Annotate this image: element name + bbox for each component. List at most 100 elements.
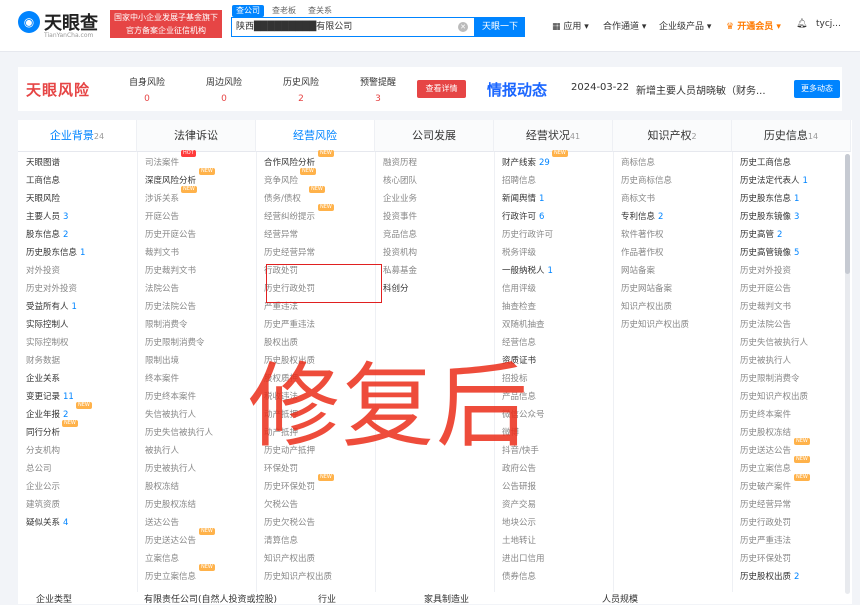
category-item[interactable]: 历史环保处罚 NEW: [256, 474, 375, 496]
category-item[interactable]: 一般纳税人 1: [494, 262, 613, 280]
category-item[interactable]: 招聘信息: [494, 172, 613, 190]
category-item[interactable]: 历史被执行人: [732, 352, 851, 370]
category-item[interactable]: 信用评级: [494, 280, 613, 298]
category-item[interactable]: 股东信息 2: [18, 226, 137, 244]
tab-category[interactable]: 知识产权2: [613, 120, 732, 152]
category-item[interactable]: 限制消费令: [137, 316, 256, 334]
category-item[interactable]: 历史网站备案: [613, 280, 732, 298]
category-item[interactable]: 总公司: [18, 460, 137, 478]
check-details-button[interactable]: 查看详情: [417, 80, 466, 98]
category-item[interactable]: 历史经营异常: [732, 496, 851, 514]
category-item[interactable]: 实际控制人: [18, 316, 137, 334]
category-item[interactable]: 历史破产案件 NEW: [732, 474, 851, 496]
category-item[interactable]: 历史失信被执行人: [732, 334, 851, 352]
category-item[interactable]: 失信被执行人: [137, 406, 256, 424]
category-item[interactable]: 历史股东信息 1: [18, 244, 137, 262]
tab-search-boss[interactable]: 查老板: [268, 5, 300, 17]
category-item[interactable]: 历史裁判文书: [732, 298, 851, 316]
category-item[interactable]: 专利信息 2: [613, 208, 732, 226]
category-item[interactable]: 行政许可 6: [494, 208, 613, 226]
category-item[interactable]: 建筑资质: [18, 496, 137, 514]
category-item[interactable]: 商标信息: [613, 154, 732, 172]
category-item[interactable]: 历史高管 2: [732, 226, 851, 244]
category-item[interactable]: 历史被执行人: [137, 460, 256, 478]
category-item[interactable]: 历史对外投资: [732, 262, 851, 280]
category-item[interactable]: 历史知识产权出质: [732, 388, 851, 406]
category-item[interactable]: 历史送达公告 NEW: [137, 528, 256, 550]
category-item[interactable]: 抽查检查: [494, 298, 613, 316]
category-item[interactable]: 清算信息: [256, 532, 375, 550]
tab-category[interactable]: 经营风险: [256, 120, 375, 152]
cooperation-menu[interactable]: 合作通道 ▾: [603, 19, 646, 32]
category-item[interactable]: 土地转让: [494, 532, 613, 550]
category-item[interactable]: 欠税公告: [256, 496, 375, 514]
category-item[interactable]: 限制出境: [137, 352, 256, 370]
category-item[interactable]: 历史行政许可: [494, 226, 613, 244]
category-item[interactable]: 软件著作权: [613, 226, 732, 244]
user-menu[interactable]: tycj...: [816, 19, 841, 29]
category-item[interactable]: 涉诉关系 NEW: [137, 186, 256, 208]
tab-search-company[interactable]: 查公司: [232, 5, 264, 17]
category-item[interactable]: 企业业务: [375, 190, 494, 208]
category-item[interactable]: 历史股权冻结: [137, 496, 256, 514]
category-item[interactable]: 融资历程: [375, 154, 494, 172]
category-item[interactable]: 股权冻结: [137, 478, 256, 496]
scrollbar-thumb[interactable]: [845, 154, 850, 274]
enterprise-products-menu[interactable]: 企业级产品 ▾: [659, 19, 711, 32]
category-item[interactable]: 历史行政处罚: [732, 514, 851, 532]
risk-stat-self[interactable]: 自身风险 0: [112, 75, 182, 104]
category-item[interactable]: 历史限制消费令: [732, 370, 851, 388]
category-item[interactable]: 历史终本案件: [137, 388, 256, 406]
category-item[interactable]: 历史送达公告 NEW: [732, 438, 851, 460]
category-item[interactable]: 历史股东镜像 3: [732, 208, 851, 226]
category-item[interactable]: 历史终本案件: [732, 406, 851, 424]
category-item[interactable]: 网站备案: [613, 262, 732, 280]
category-item[interactable]: 历史严重违法: [732, 532, 851, 550]
category-item[interactable]: 历史股权出质 2: [732, 568, 851, 586]
category-item[interactable]: 投资事件: [375, 208, 494, 226]
category-item[interactable]: 对外投资: [18, 262, 137, 280]
tab-category[interactable]: 历史信息14: [732, 120, 851, 152]
category-item[interactable]: 立案信息: [137, 550, 256, 568]
tab-category[interactable]: 公司发展: [375, 120, 494, 152]
tab-category[interactable]: 企业背景24: [18, 120, 137, 152]
category-item[interactable]: 资产交易: [494, 496, 613, 514]
category-item[interactable]: 分支机构: [18, 442, 137, 460]
category-item[interactable]: 终本案件: [137, 370, 256, 388]
category-item[interactable]: 知识产权出质: [613, 298, 732, 316]
category-item[interactable]: 财务数据: [18, 352, 137, 370]
category-item[interactable]: 主要人员 3: [18, 208, 137, 226]
tab-category[interactable]: 经营状况41: [494, 120, 613, 152]
category-item[interactable]: 历史失信被执行人: [137, 424, 256, 442]
category-item[interactable]: 企业公示: [18, 478, 137, 496]
category-item[interactable]: 送达公告: [137, 514, 256, 532]
tab-search-relation[interactable]: 查关系: [304, 5, 336, 17]
category-item[interactable]: 债务/债权 NEW: [256, 186, 375, 208]
category-item[interactable]: 天眼图谱: [18, 154, 137, 172]
category-item[interactable]: 历史知识产权出质: [256, 568, 375, 586]
category-item[interactable]: 财产线索 29 NEW: [494, 150, 613, 172]
vip-menu[interactable]: ♛ 开通会员 ▾: [726, 19, 781, 32]
category-item[interactable]: 历史立案信息 NEW: [732, 456, 851, 478]
category-item[interactable]: 投资机构: [375, 244, 494, 262]
bell-icon[interactable]: 🔔︎: [796, 19, 807, 29]
category-item[interactable]: 新闻舆情 1: [494, 190, 613, 208]
category-item[interactable]: 开庭公告: [137, 208, 256, 226]
category-item[interactable]: 历史环保处罚: [732, 550, 851, 568]
category-item[interactable]: 知识产权出质: [256, 550, 375, 568]
category-item[interactable]: 历史裁判文书: [137, 262, 256, 280]
tianyancha-logo[interactable]: ◉ 天眼查 TianYanCha.com: [18, 9, 104, 39]
category-item[interactable]: 疑似关系 4: [18, 514, 137, 532]
category-item[interactable]: 历史工商信息: [732, 154, 851, 172]
risk-stat-warning[interactable]: 预警提醒 3: [343, 75, 413, 104]
category-item[interactable]: 历史知识产权出质: [613, 316, 732, 334]
category-item[interactable]: 历史法院公告: [732, 316, 851, 334]
category-item[interactable]: 法院公告: [137, 280, 256, 298]
risk-stat-surrounding[interactable]: 周边风险 0: [189, 75, 259, 104]
category-item[interactable]: 历史商标信息: [613, 172, 732, 190]
category-item[interactable]: 工商信息: [18, 172, 137, 190]
category-item[interactable]: 实际控制权: [18, 334, 137, 352]
category-item[interactable]: 历史对外投资: [18, 280, 137, 298]
category-item[interactable]: 债券信息: [494, 568, 613, 586]
category-item[interactable]: 税务评级: [494, 244, 613, 262]
